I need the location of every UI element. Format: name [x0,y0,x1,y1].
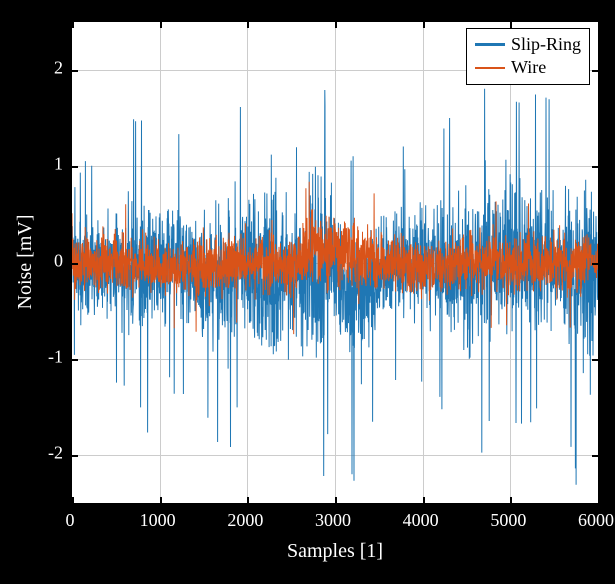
plot-area: Slip-Ring Wire [70,20,600,505]
x-tick-mark [510,22,512,28]
x-tick-mark [423,497,425,503]
x-tick-mark [335,22,337,28]
legend-label-slip-ring: Slip-Ring [511,33,581,56]
legend-label-wire: Wire [511,56,546,79]
y-tick-label: -1 [3,346,63,367]
x-tick-mark [423,22,425,28]
y-tick-mark [592,70,598,72]
y-tick-mark [592,455,598,457]
legend-swatch-slip-ring [475,43,505,46]
x-tick-label: 3000 [315,510,351,531]
x-tick-label: 4000 [403,510,439,531]
x-tick-mark [335,497,337,503]
x-tick-mark [160,497,162,503]
x-tick-mark [72,22,74,28]
x-tick-mark [598,497,600,503]
legend-item-wire: Wire [475,56,581,79]
x-axis-label: Samples [1] [287,540,383,563]
x-tick-mark [160,22,162,28]
y-tick-mark [72,455,78,457]
x-tick-mark [598,22,600,28]
y-tick-label: -2 [3,442,63,463]
x-tick-mark [72,497,74,503]
legend-swatch-wire [475,67,505,70]
y-axis-label: Noise [mV] [14,215,37,310]
data-layer [72,22,598,503]
y-tick-mark [72,70,78,72]
x-tick-mark [247,497,249,503]
y-tick-mark [72,359,78,361]
noise-chart: Slip-Ring Wire -2-1012 01000200030004000… [0,0,615,584]
legend-item-slip-ring: Slip-Ring [475,33,581,56]
x-tick-label: 6000 [578,510,614,531]
x-tick-label: 2000 [227,510,263,531]
x-tick-mark [247,22,249,28]
y-tick-mark [592,359,598,361]
x-tick-mark [510,497,512,503]
x-tick-label: 1000 [140,510,176,531]
y-tick-mark [592,263,598,265]
x-tick-label: 5000 [490,510,526,531]
y-tick-mark [72,166,78,168]
legend: Slip-Ring Wire [466,28,590,85]
y-tick-label: 1 [3,154,63,175]
y-tick-label: 2 [3,58,63,79]
y-tick-mark [72,263,78,265]
y-tick-mark [592,166,598,168]
x-tick-label: 0 [66,510,75,531]
